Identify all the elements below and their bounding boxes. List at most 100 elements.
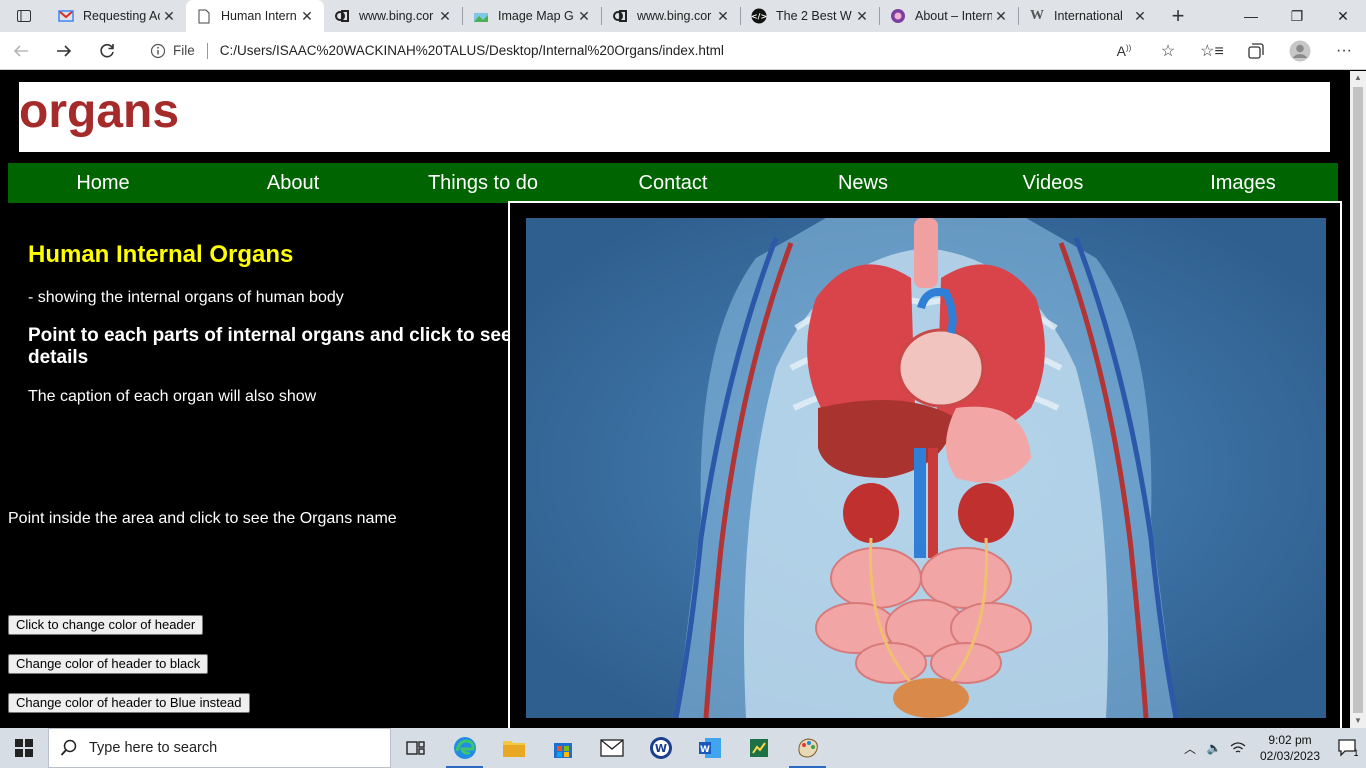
change-header-color-button[interactable]: Click to change color of header <box>8 615 204 635</box>
spreadsheet-icon <box>749 739 768 757</box>
header-black-button[interactable]: Change color of header to black <box>8 654 209 674</box>
browser-tab-bar: Requesting Ac ✕ Human Intern ✕ www.bing.… <box>0 0 1366 32</box>
tab-actions-icon <box>17 10 31 22</box>
caption-note: The caption of each organ will also show <box>28 388 317 405</box>
web-page: organs Home About Things to do Contact N… <box>0 71 1350 728</box>
tab-title: www.bing.cor <box>637 9 712 23</box>
image-map-icon <box>473 8 489 24</box>
read-aloud-button[interactable]: A)) <box>1102 32 1146 70</box>
tab-4[interactable]: www.bing.cor ✕ <box>602 0 740 32</box>
tab-title: The 2 Best W <box>776 9 852 23</box>
folder-icon <box>502 741 525 757</box>
address-bar[interactable]: File C:/Users/ISAAC%20WACKINAH%20TALUS/D… <box>138 35 1103 66</box>
back-button[interactable] <box>0 32 43 70</box>
nav-things-to-do[interactable]: Things to do <box>388 163 578 203</box>
taskbar-sheets-app[interactable] <box>734 728 783 768</box>
refresh-icon <box>100 43 115 57</box>
page-subtitle: - showing the internal organs of human b… <box>28 289 344 306</box>
forward-button[interactable] <box>43 32 86 70</box>
refresh-button[interactable] <box>86 32 129 70</box>
read-aloud-icon: A)) <box>1116 42 1132 59</box>
tab-0[interactable]: Requesting Ac ✕ <box>48 0 186 32</box>
site-header: organs <box>19 82 1330 152</box>
taskbar-word[interactable]: W <box>685 728 734 768</box>
page-scrollbar[interactable]: ▲ ▼ <box>1350 71 1366 728</box>
forward-arrow-icon <box>57 44 72 57</box>
collections-button[interactable] <box>1234 32 1278 70</box>
close-icon[interactable]: ✕ <box>575 8 593 25</box>
mail-icon <box>599 739 624 757</box>
settings-more-button[interactable]: ··· <box>1322 32 1366 70</box>
star-add-icon: ☆ <box>1160 42 1176 60</box>
tab-3[interactable]: Image Map G ✕ <box>463 0 601 32</box>
tab-actions-button[interactable] <box>0 0 48 32</box>
header-blue-button[interactable]: Change color of header to Blue instead <box>8 693 250 713</box>
window-controls: — ❐ ✕ <box>1228 0 1366 32</box>
taskbar-search-box[interactable]: Type here to search <box>48 728 391 768</box>
task-view-button[interactable] <box>391 728 440 768</box>
close-icon[interactable]: ✕ <box>714 8 732 25</box>
url-scheme-label: File <box>172 43 195 58</box>
close-icon[interactable]: ✕ <box>853 8 871 25</box>
favorites-button[interactable]: ☆≡ <box>1190 32 1234 70</box>
scroll-up-arrow-icon[interactable]: ▲ <box>1350 71 1366 85</box>
tab-title: Image Map G <box>498 9 574 23</box>
network-button[interactable] <box>1226 741 1250 755</box>
new-tab-button[interactable]: + <box>1161 3 1195 29</box>
tab-7[interactable]: W International ✕ <box>1019 0 1157 32</box>
minimize-button[interactable]: — <box>1228 0 1274 32</box>
notification-count: 1 <box>1353 748 1359 758</box>
nav-news[interactable]: News <box>768 163 958 203</box>
volume-button[interactable]: 🔈 <box>1202 741 1226 755</box>
point-instruction: Point inside the area and click to see t… <box>8 510 397 527</box>
profile-button[interactable] <box>1278 32 1322 70</box>
taskbar-edge[interactable] <box>440 728 489 768</box>
close-icon[interactable]: ✕ <box>298 8 316 25</box>
bing-chat-icon <box>612 8 628 24</box>
taskbar-clock[interactable]: 9:02 pm 02/03/2023 <box>1250 732 1330 764</box>
left-column: Human Internal Organs - showing the inte… <box>0 203 512 728</box>
taskbar-mail[interactable] <box>587 728 636 768</box>
restore-button[interactable]: ❐ <box>1274 0 1320 32</box>
nav-images[interactable]: Images <box>1148 163 1338 203</box>
collections-icon <box>1248 42 1264 59</box>
clock-date: 02/03/2023 <box>1259 749 1321 763</box>
info-icon[interactable] <box>147 40 169 62</box>
nav-contact[interactable]: Contact <box>578 163 768 203</box>
organs-image-map[interactable] <box>526 218 1326 718</box>
scroll-down-arrow-icon[interactable]: ▼ <box>1350 714 1366 728</box>
tab-2[interactable]: www.bing.cor ✕ <box>324 0 462 32</box>
nav-videos[interactable]: Videos <box>958 163 1148 203</box>
page-icon <box>196 8 212 24</box>
favorites-icon: ☆≡ <box>1200 42 1224 60</box>
taskbar-paint[interactable] <box>783 728 832 768</box>
tab-title: Human Intern <box>221 9 297 23</box>
toolbar-right: A)) ☆ ☆≡ ··· <box>1102 32 1366 70</box>
taskbar-store[interactable] <box>538 728 587 768</box>
store-icon <box>553 743 572 758</box>
window-close-button[interactable]: ✕ <box>1320 0 1366 32</box>
close-icon[interactable]: ✕ <box>436 8 454 25</box>
add-favorite-button[interactable]: ☆ <box>1146 32 1190 70</box>
taskbar-app-w[interactable]: W <box>636 728 685 768</box>
close-icon[interactable]: ✕ <box>160 8 178 25</box>
url-text[interactable]: C:/Users/ISAAC%20WACKINAH%20TALUS/Deskto… <box>220 43 724 58</box>
close-icon[interactable]: ✕ <box>992 8 1010 25</box>
nav-about[interactable]: About <box>198 163 388 203</box>
notification-center-button[interactable]: 1 <box>1330 738 1366 758</box>
circle-logo-icon <box>890 8 906 24</box>
taskbar-file-explorer[interactable] <box>489 728 538 768</box>
close-icon[interactable]: ✕ <box>1131 8 1149 25</box>
tab-1-active[interactable]: Human Intern ✕ <box>186 0 324 32</box>
tab-5[interactable]: </> The 2 Best W ✕ <box>741 0 879 32</box>
tab-title: About – Intern <box>915 9 992 23</box>
search-placeholder: Type here to search <box>89 740 218 756</box>
wikipedia-icon: W <box>1030 8 1044 23</box>
show-hidden-icons-button[interactable]: ︿ <box>1178 740 1202 757</box>
nav-home[interactable]: Home <box>8 163 198 203</box>
paint-palette-icon <box>797 738 818 758</box>
circle-w-icon: W <box>649 737 672 759</box>
tab-6[interactable]: About – Intern ✕ <box>880 0 1018 32</box>
scrollbar-thumb[interactable] <box>1353 87 1363 713</box>
start-button[interactable] <box>0 728 48 768</box>
